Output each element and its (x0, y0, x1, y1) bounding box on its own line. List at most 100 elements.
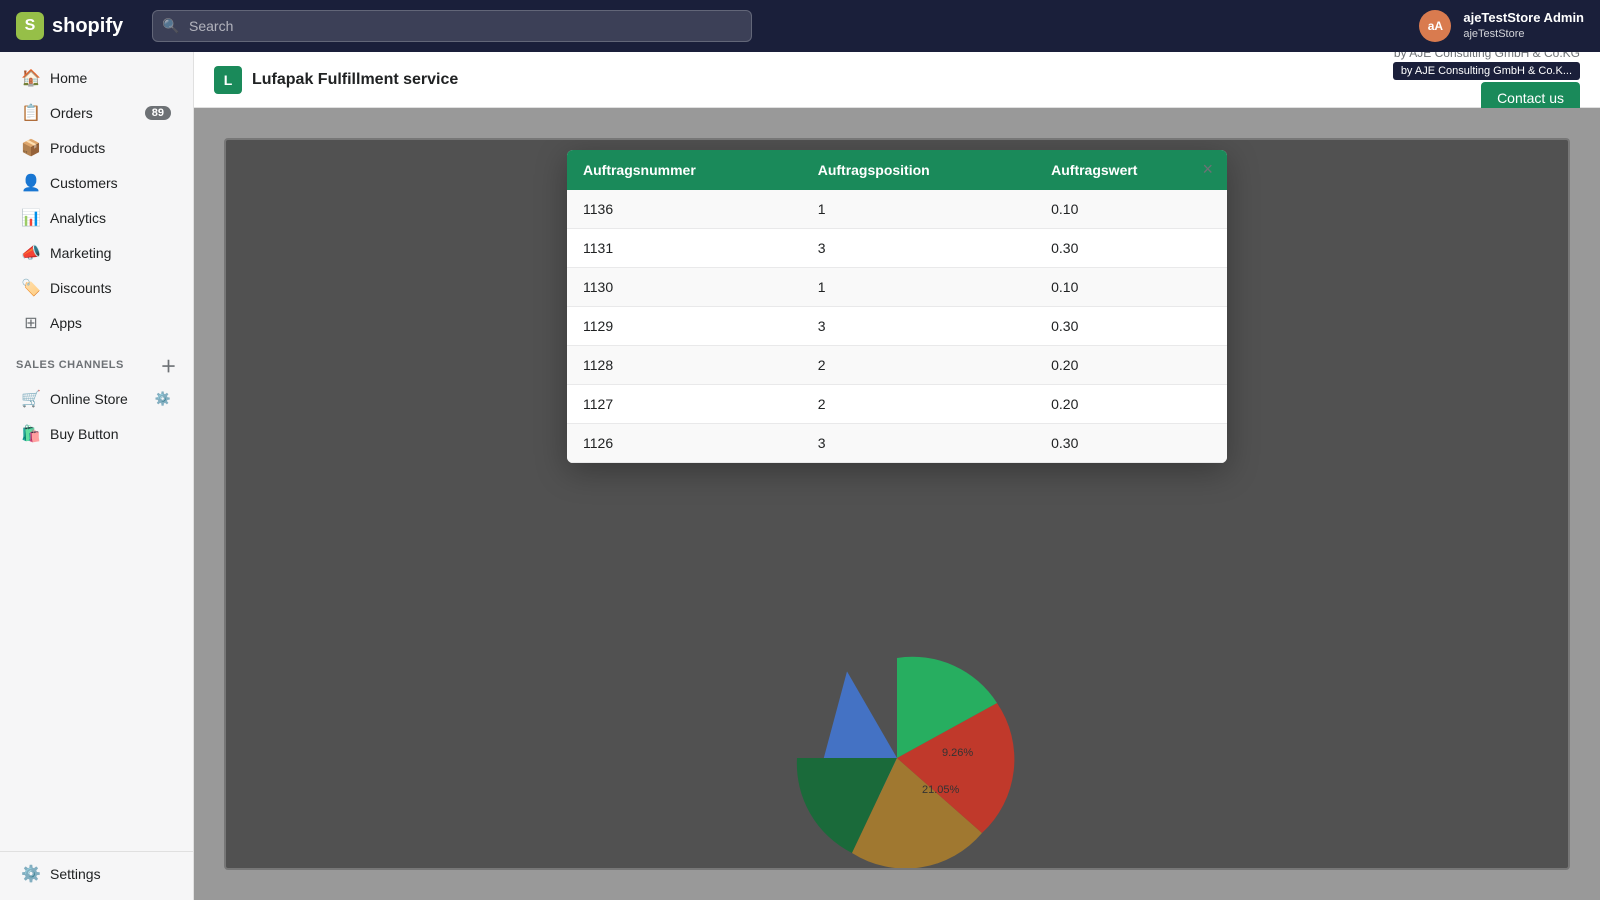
sidebar-label-analytics: Analytics (50, 210, 106, 226)
sidebar: 🏠 Home 📋 Orders 89 📦 Products 👤 Customer… (0, 52, 194, 900)
table-body: 113610.10113130.30113010.10112930.301128… (567, 190, 1227, 463)
cell-auftragsnummer-1: 1131 (567, 229, 802, 268)
cell-auftragsposition-1: 3 (802, 229, 1035, 268)
app-frame: × AuftragsnummerAuftragspositionAuftrags… (224, 138, 1570, 870)
sidebar-item-analytics[interactable]: 📊 Analytics (6, 201, 187, 235)
search-icon: 🔍 (162, 18, 179, 35)
sales-channels-section: SALES CHANNELS ＋ (0, 341, 193, 381)
modal-dialog: × AuftragsnummerAuftragspositionAuftrags… (567, 150, 1227, 463)
app-header: L Lufapak Fulfillment service by AJE Con… (194, 52, 1600, 108)
badge-orders: 89 (145, 106, 171, 120)
shopify-logo[interactable]: S shopify (16, 12, 136, 40)
table-row: 112720.20 (567, 385, 1227, 424)
sidebar-label-customers: Customers (50, 175, 118, 191)
table-row: 113010.10 (567, 268, 1227, 307)
marketing-icon: 📣 (22, 244, 40, 262)
user-avatar[interactable]: aA (1419, 10, 1451, 42)
shopify-logo-text: shopify (52, 15, 123, 38)
app-logo-icon: L (214, 66, 242, 94)
col-header-auftragsposition: Auftragsposition (802, 150, 1035, 190)
sidebar-item-customers[interactable]: 👤 Customers (6, 166, 187, 200)
cell-auftragsposition-6: 3 (802, 424, 1035, 463)
search-bar-container: 🔍 (152, 10, 752, 42)
table-row: 113610.10 (567, 190, 1227, 229)
online-store-settings-icon[interactable]: ⚙️ (155, 391, 171, 407)
cell-auftragswert-2: 0.10 (1035, 268, 1227, 307)
cell-auftragswert-4: 0.20 (1035, 346, 1227, 385)
customers-icon: 👤 (22, 174, 40, 192)
modal-close-button[interactable]: × (1202, 160, 1213, 178)
cell-auftragswert-1: 0.30 (1035, 229, 1227, 268)
orders-table: AuftragsnummerAuftragspositionAuftragswe… (567, 150, 1227, 463)
products-icon: 📦 (22, 139, 40, 157)
pie-chart-svg: 9.26% 21.05% (697, 648, 1097, 868)
cell-auftragsposition-3: 3 (802, 307, 1035, 346)
add-sales-channel-button[interactable]: ＋ (160, 353, 177, 377)
buy-button-icon: 🛍️ (22, 425, 40, 443)
shopify-logo-icon: S (16, 12, 44, 40)
sidebar-item-home[interactable]: 🏠 Home (6, 61, 187, 95)
orders-icon: 📋 (22, 104, 40, 122)
settings-label: Settings (50, 866, 101, 882)
settings-icon: ⚙️ (22, 865, 40, 883)
app-by-text: by AJE Consulting GmbH & Co.KG (1394, 52, 1580, 60)
sidebar-label-orders: Orders (50, 105, 93, 121)
contact-tooltip-area: by AJE Consulting GmbH & Co.K... Contact… (1393, 62, 1580, 114)
sidebar-item-orders[interactable]: 📋 Orders 89 (6, 96, 187, 130)
sidebar-bottom: ⚙️ Settings (0, 851, 193, 892)
cell-auftragsposition-2: 1 (802, 268, 1035, 307)
col-header-auftragswert: Auftragswert (1035, 150, 1227, 190)
pie-chart-area: 9.26% 21.05% (697, 648, 1097, 868)
sidebar-item-settings[interactable]: ⚙️ Settings (6, 857, 187, 891)
cell-auftragsnummer-5: 1127 (567, 385, 802, 424)
sidebar-label-apps: Apps (50, 315, 82, 331)
table-row: 112630.30 (567, 424, 1227, 463)
sidebar-label-home: Home (50, 70, 87, 86)
sidebar-item-buy-button[interactable]: 🛍️ Buy Button (6, 417, 187, 451)
table-row: 112820.20 (567, 346, 1227, 385)
sidebar-nav: 🏠 Home 📋 Orders 89 📦 Products 👤 Customer… (0, 60, 193, 341)
channel-label-buy-button: Buy Button (50, 426, 119, 442)
app-title: Lufapak Fulfillment service (252, 71, 458, 89)
sidebar-label-discounts: Discounts (50, 280, 111, 296)
pie-label-2: 21.05% (922, 784, 960, 796)
sidebar-item-marketing[interactable]: 📣 Marketing (6, 236, 187, 270)
contact-tooltip: by AJE Consulting GmbH & Co.K... (1393, 62, 1580, 80)
content-area: × AuftragsnummerAuftragspositionAuftrags… (194, 108, 1600, 900)
sidebar-item-online-store[interactable]: 🛒 Online Store ⚙️ (6, 382, 187, 416)
pie-label-1: 9.26% (942, 747, 973, 759)
contact-area: by AJE Consulting GmbH & Co.KG by AJE Co… (1393, 52, 1580, 114)
user-name: ajeTestStore Admin (1463, 10, 1584, 27)
user-info: ajeTestStore Admin ajeTestStore (1463, 10, 1584, 41)
discounts-icon: 🏷️ (22, 279, 40, 297)
sales-channels-label: SALES CHANNELS (16, 359, 124, 371)
store-name: ajeTestStore (1463, 27, 1584, 41)
cell-auftragswert-5: 0.20 (1035, 385, 1227, 424)
top-nav-right: aA ajeTestStore Admin ajeTestStore (1419, 10, 1584, 42)
main-content: L Lufapak Fulfillment service by AJE Con… (194, 52, 1600, 900)
cell-auftragswert-3: 0.30 (1035, 307, 1227, 346)
sidebar-channels: 🛒 Online Store ⚙️ 🛍️ Buy Button (0, 381, 193, 452)
cell-auftragsnummer-2: 1130 (567, 268, 802, 307)
table-header-row: AuftragsnummerAuftragspositionAuftragswe… (567, 150, 1227, 190)
apps-icon: ⊞ (22, 314, 40, 332)
sidebar-label-marketing: Marketing (50, 245, 111, 261)
cell-auftragsnummer-4: 1128 (567, 346, 802, 385)
sidebar-item-products[interactable]: 📦 Products (6, 131, 187, 165)
home-icon: 🏠 (22, 69, 40, 87)
channel-label-online-store: Online Store (50, 391, 128, 407)
top-navigation: S shopify 🔍 aA ajeTestStore Admin ajeTes… (0, 0, 1600, 52)
search-input[interactable] (152, 10, 752, 42)
online-store-icon: 🛒 (22, 390, 40, 408)
cell-auftragsnummer-6: 1126 (567, 424, 802, 463)
col-header-auftragsnummer: Auftragsnummer (567, 150, 802, 190)
analytics-icon: 📊 (22, 209, 40, 227)
cell-auftragswert-6: 0.30 (1035, 424, 1227, 463)
sidebar-item-discounts[interactable]: 🏷️ Discounts (6, 271, 187, 305)
cell-auftragswert-0: 0.10 (1035, 190, 1227, 229)
sidebar-item-apps[interactable]: ⊞ Apps (6, 306, 187, 340)
cell-auftragsposition-0: 1 (802, 190, 1035, 229)
cell-auftragsposition-4: 2 (802, 346, 1035, 385)
app-title-area: L Lufapak Fulfillment service (214, 66, 458, 94)
cell-auftragsnummer-0: 1136 (567, 190, 802, 229)
